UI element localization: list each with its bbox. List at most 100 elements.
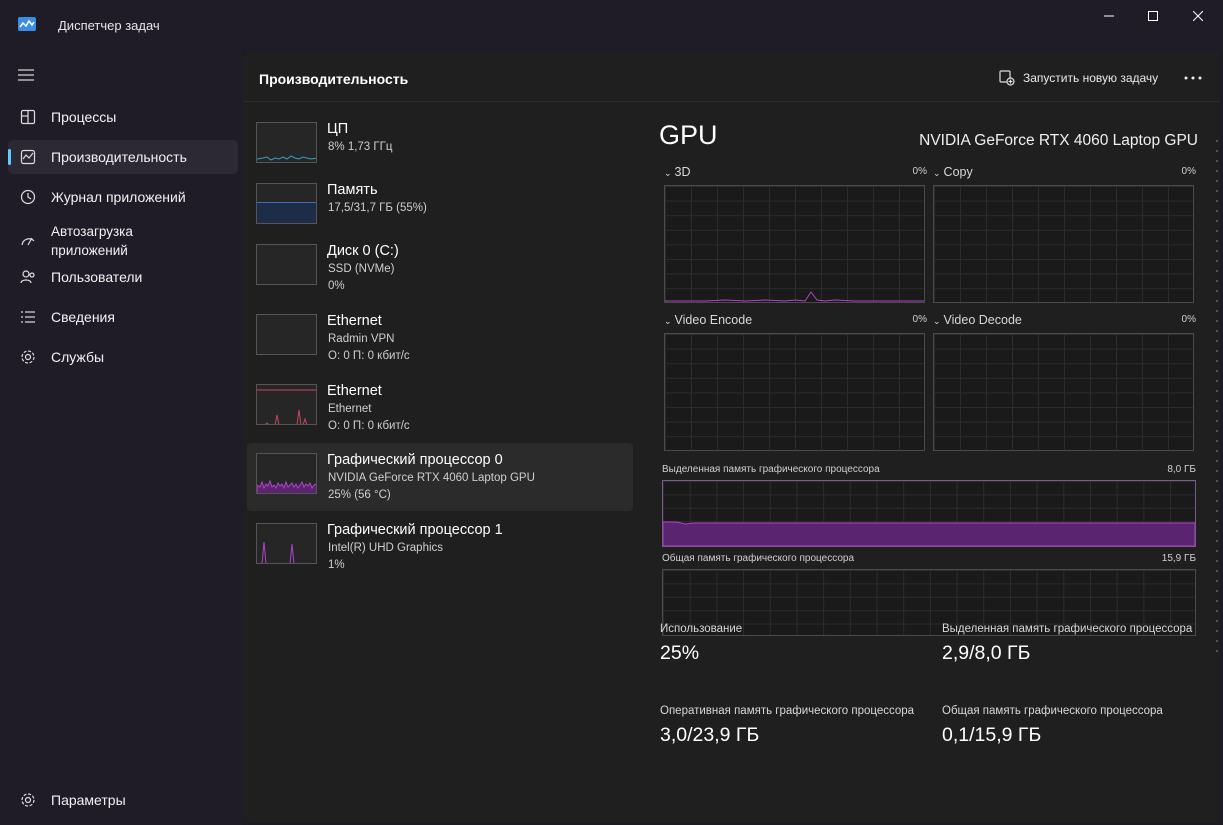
chevron-down-icon: ⌄ <box>664 168 672 178</box>
engine-selector-video-decode[interactable]: ⌄ Video Decode <box>933 313 1022 327</box>
sidebar-item-label: Автозагрузка приложений <box>51 224 133 258</box>
device-stat: 25% (56 °C) <box>328 489 391 501</box>
engine-selector-video-encode[interactable]: ⌄ Video Encode <box>664 313 752 327</box>
chevron-down-icon: ⌄ <box>664 316 672 326</box>
shared-memory-max: 15,9 ГБ <box>1161 553 1196 564</box>
gpu-ram-value: 3,0/23,9 ГБ <box>660 724 760 746</box>
device-name: Графический процессор 1 <box>327 522 503 538</box>
ethernet-thumbnail-graph <box>256 384 317 425</box>
sidebar-item-settings[interactable]: Параметры <box>8 783 238 817</box>
engine-label: Video Decode <box>943 313 1022 327</box>
engine-label: 3D <box>674 165 691 179</box>
processes-icon <box>20 109 36 125</box>
device-type: SSD (NVMe) <box>328 263 395 275</box>
device-stat: 8% 1,73 ГГц <box>328 141 393 153</box>
close-button[interactable] <box>1175 0 1221 32</box>
maximize-icon <box>1148 11 1158 21</box>
sidebar-item-startup[interactable]: Автозагрузка приложений <box>8 220 238 262</box>
maximize-button[interactable] <box>1130 0 1176 32</box>
device-name: ЦП <box>327 121 349 137</box>
services-icon <box>21 350 35 364</box>
device-item-memory[interactable]: Память 17,5/31,7 ГБ (55%) <box>247 173 633 241</box>
run-new-task-label: Запустить новую задачу <box>1023 71 1159 85</box>
engine-graph-3d <box>664 185 925 303</box>
performance-icon <box>20 149 36 165</box>
dedicated-memory-graph <box>662 480 1196 547</box>
device-item-gpu1[interactable]: Графический процессор 1 Intel(R) UHD Gra… <box>247 513 633 581</box>
task-manager-logo-icon <box>18 17 36 31</box>
settings-gear-icon <box>21 793 35 807</box>
history-icon <box>20 189 36 205</box>
sidebar-item-label: Пользователи <box>51 269 143 285</box>
sidebar-item-services[interactable]: Службы <box>8 340 238 374</box>
run-new-task-button[interactable]: Запустить новую задачу <box>999 68 1158 88</box>
device-stat: О: 0 П: 0 кбит/с <box>328 420 410 432</box>
shared-memory-stat-value: 0,1/15,9 ГБ <box>942 724 1042 746</box>
device-item-ethernet-vpn[interactable]: Ethernet Radmin VPN О: 0 П: 0 кбит/с <box>247 304 633 372</box>
device-item-gpu0[interactable]: Графический процессор 0 NVIDIA GeForce R… <box>247 443 633 511</box>
more-options-button[interactable] <box>1181 68 1205 88</box>
run-task-icon <box>999 70 1015 86</box>
dedicated-memory-label: Выделенная память графического процессор… <box>662 464 880 475</box>
engine-percent: 0% <box>1181 314 1196 325</box>
sidebar-item-processes[interactable]: Процессы <box>8 100 238 134</box>
minimize-icon <box>1104 15 1114 17</box>
page-header: Производительность Запустить новую задач… <box>243 52 1220 102</box>
engine-graph-video-decode <box>933 333 1194 451</box>
minimize-button[interactable] <box>1086 0 1132 32</box>
users-icon <box>20 270 35 284</box>
gpu-heading: GPU <box>659 120 718 150</box>
ellipsis-icon <box>1184 76 1202 80</box>
hamburger-menu-icon[interactable] <box>18 68 36 82</box>
device-adapter: Radmin VPN <box>328 333 395 345</box>
engine-selector-3d[interactable]: ⌄ 3D <box>664 165 691 179</box>
dedicated-memory-stat-value: 2,9/8,0 ГБ <box>942 642 1031 664</box>
sidebar-item-label: Службы <box>51 349 105 365</box>
gpu0-thumbnail-graph <box>256 453 317 494</box>
usage-label: Использование <box>660 623 743 635</box>
device-adapter: Ethernet <box>328 403 372 415</box>
gpu-model-name: NVIDIA GeForce RTX 4060 Laptop GPU <box>919 132 1198 149</box>
engine-graph-copy <box>933 185 1194 303</box>
device-name: Графический процессор 0 <box>327 452 503 468</box>
sidebar-item-app-history[interactable]: Журнал приложений <box>8 180 238 214</box>
sidebar-item-users[interactable]: Пользователи <box>8 260 238 294</box>
device-stat: 17,5/31,7 ГБ (55%) <box>328 202 427 214</box>
device-name: Ethernet <box>327 383 382 399</box>
engine-percent: 0% <box>1181 166 1196 177</box>
sidebar-item-label: Параметры <box>51 792 126 808</box>
engine-label: Copy <box>943 165 973 179</box>
sidebar-item-label: Процессы <box>51 109 117 125</box>
sidebar-item-label: Сведения <box>51 309 115 325</box>
gpu1-thumbnail-graph <box>256 523 317 564</box>
device-name: Диск 0 (C:) <box>327 243 399 259</box>
disk-thumbnail-graph <box>256 244 317 285</box>
sidebar: Процессы Производительность Журнал прило… <box>0 52 243 825</box>
sidebar-item-details[interactable]: Сведения <box>8 300 238 334</box>
scrollbar-track[interactable] <box>1216 140 1218 660</box>
ethernet-thumbnail-graph <box>256 314 317 355</box>
startup-icon <box>21 237 35 246</box>
sidebar-item-label: Производительность <box>51 149 187 165</box>
dedicated-memory-max: 8,0 ГБ <box>1167 464 1196 475</box>
device-item-disk[interactable]: Диск 0 (C:) SSD (NVMe) 0% <box>247 234 633 302</box>
device-stat: О: 0 П: 0 кбит/с <box>328 350 410 362</box>
dedicated-memory-stat-label: Выделенная память графического процессор… <box>942 623 1193 635</box>
page-title: Производительность <box>259 71 409 87</box>
sidebar-item-performance[interactable]: Производительность <box>8 140 238 174</box>
engine-percent: 0% <box>912 166 927 177</box>
device-model: Intel(R) UHD Graphics <box>328 542 444 554</box>
engine-graph-video-encode <box>664 333 925 451</box>
sidebar-item-label: Журнал приложений <box>51 189 186 205</box>
gpu-ram-label: Оперативная память графического процессо… <box>660 705 915 717</box>
device-item-ethernet[interactable]: Ethernet Ethernet О: 0 П: 0 кбит/с <box>247 374 633 442</box>
device-stat: 0% <box>328 280 345 292</box>
memory-thumbnail-graph <box>256 183 317 224</box>
chevron-down-icon: ⌄ <box>933 168 941 178</box>
device-model: NVIDIA GeForce RTX 4060 Laptop GPU <box>328 472 535 484</box>
device-item-cpu[interactable]: ЦП 8% 1,73 ГГц <box>247 112 633 180</box>
device-name: Память <box>327 182 378 198</box>
shared-memory-stat-label: Общая память графического процессора <box>942 705 1163 717</box>
active-indicator <box>8 149 11 165</box>
engine-selector-copy[interactable]: ⌄ Copy <box>933 165 973 179</box>
